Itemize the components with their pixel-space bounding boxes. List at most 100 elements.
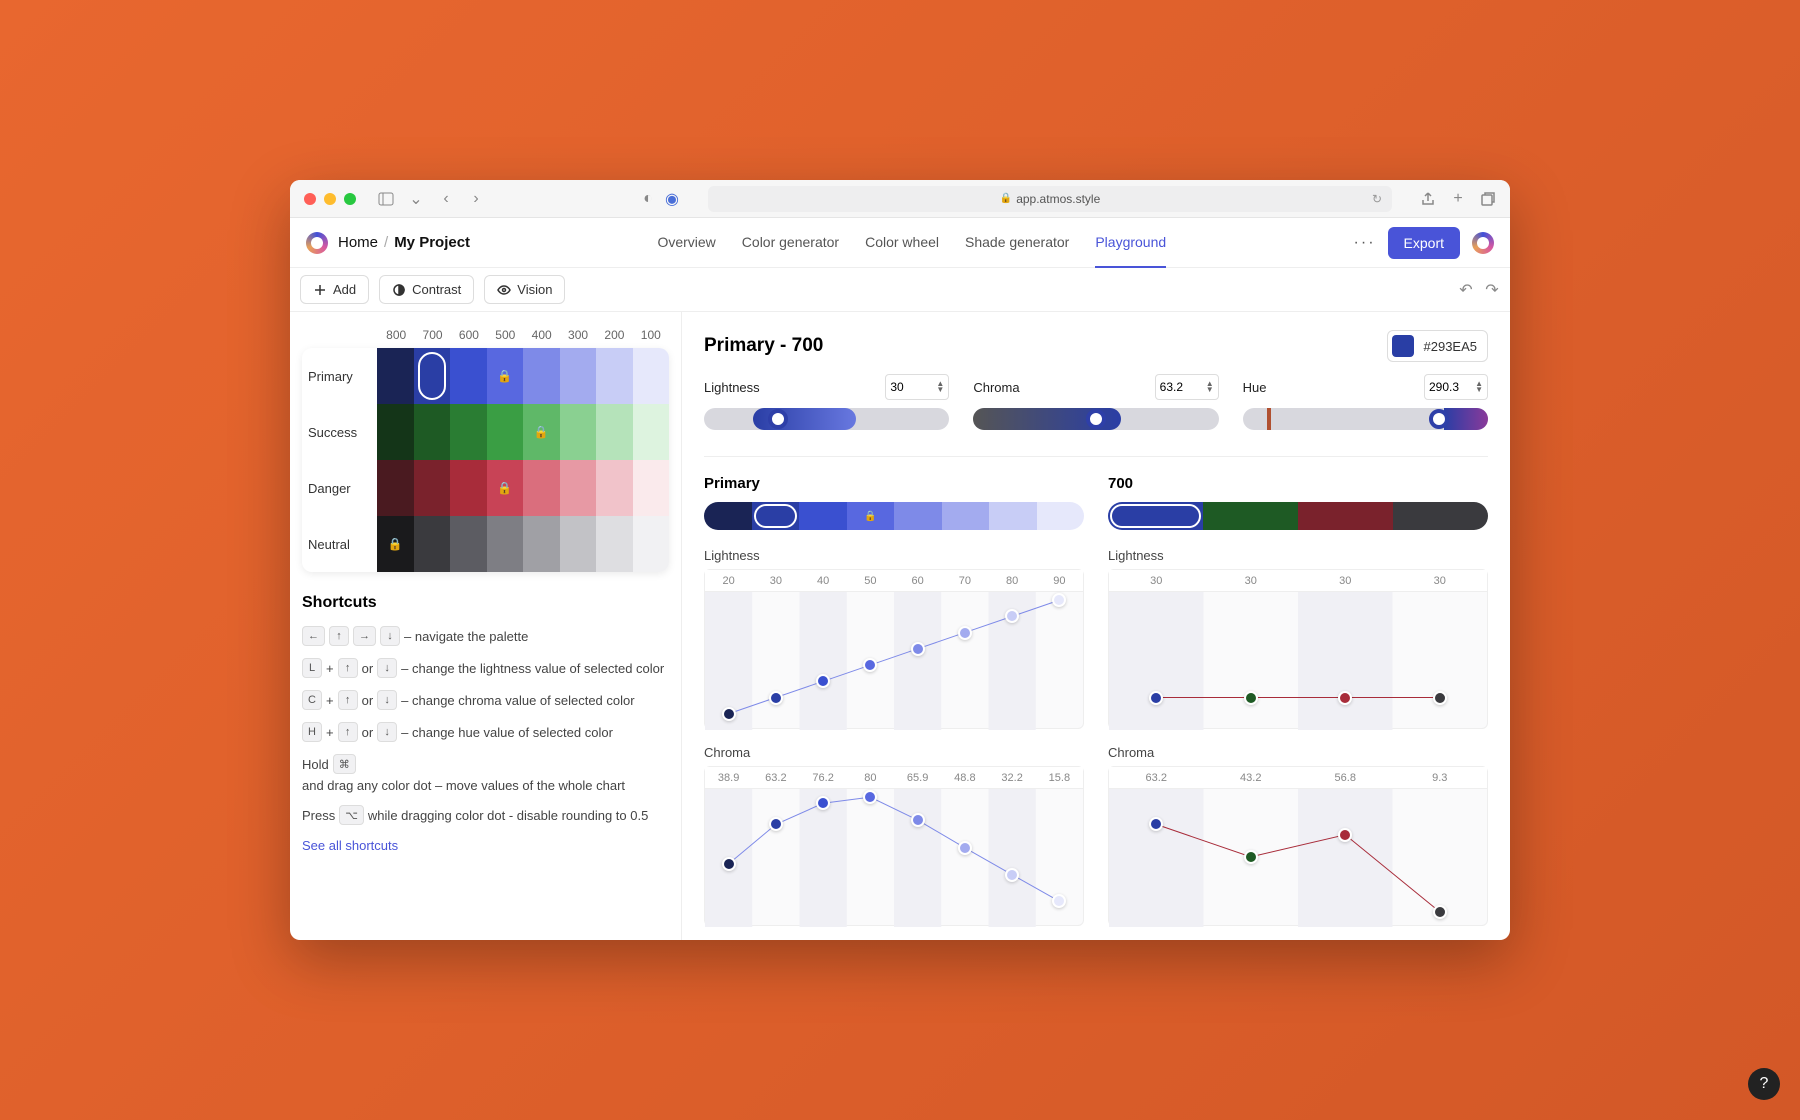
hex-badge[interactable]: #293EA5 (1387, 330, 1489, 362)
reload-icon[interactable]: ↻ (1372, 192, 1382, 206)
700-shade-bar[interactable] (1108, 502, 1488, 530)
new-tab-icon[interactable]: + (1450, 191, 1466, 207)
url-bar[interactable]: 🔒 app.atmos.style ↻ (708, 186, 1392, 212)
palette-swatch[interactable] (633, 516, 669, 572)
lightness-slider[interactable] (704, 408, 949, 430)
palette-swatch[interactable]: 🔒 (487, 460, 524, 516)
lightness-chart-primary[interactable]: 2030405060708090 (704, 569, 1084, 729)
chroma-input[interactable]: ▲▼ (1155, 374, 1219, 400)
chart-dot[interactable] (1433, 691, 1447, 705)
chart-dot[interactable] (1052, 593, 1066, 607)
chart-dot[interactable] (911, 813, 925, 827)
palette-swatch[interactable] (560, 516, 597, 572)
palette-swatch[interactable] (596, 348, 633, 404)
palette-swatch[interactable] (450, 516, 487, 572)
chart-dot[interactable] (1005, 609, 1019, 623)
redo-icon[interactable]: ↷ (1484, 282, 1500, 298)
chart-dot[interactable] (1005, 868, 1019, 882)
palette-swatch[interactable]: 🔒 (523, 404, 560, 460)
palette-swatch[interactable] (596, 460, 633, 516)
chart-dot[interactable] (863, 658, 877, 672)
palette-swatch[interactable] (560, 348, 597, 404)
breadcrumb-project[interactable]: My Project (394, 234, 470, 251)
nav-shade-generator[interactable]: Shade generator (965, 218, 1069, 268)
palette-swatch[interactable] (414, 348, 451, 404)
contrast-button[interactable]: Contrast (379, 275, 474, 304)
undo-icon[interactable]: ↶ (1458, 282, 1474, 298)
palette-swatch[interactable]: 🔒 (377, 516, 414, 572)
chart-dot[interactable] (863, 790, 877, 804)
user-avatar[interactable] (1472, 232, 1494, 254)
nav-color-wheel[interactable]: Color wheel (865, 218, 939, 268)
palette-swatch[interactable] (523, 460, 560, 516)
sidebar-icon[interactable] (378, 191, 394, 207)
palette-swatch[interactable] (377, 460, 414, 516)
palette-swatch[interactable] (633, 460, 669, 516)
tabs-icon[interactable] (1480, 191, 1496, 207)
chart-dot[interactable] (769, 691, 783, 705)
app-logo[interactable] (306, 232, 328, 254)
palette-swatch[interactable]: 🔒 (487, 348, 524, 404)
maximize-window[interactable] (344, 193, 356, 205)
shield-icon[interactable]: ◐ (640, 191, 656, 207)
palette-swatch[interactable] (414, 516, 451, 572)
chart-dot[interactable] (1244, 691, 1258, 705)
palette-swatch[interactable] (450, 460, 487, 516)
palette-swatch[interactable] (414, 404, 451, 460)
lightness-input[interactable]: ▲▼ (885, 374, 949, 400)
palette-swatch[interactable] (523, 348, 560, 404)
chart-dot[interactable] (1338, 691, 1352, 705)
chart-dot[interactable] (958, 841, 972, 855)
palette-swatch[interactable] (560, 460, 597, 516)
palette-swatch[interactable] (560, 404, 597, 460)
chroma-slider[interactable] (973, 408, 1218, 430)
chart-dot[interactable] (769, 817, 783, 831)
chart-dot[interactable] (1338, 828, 1352, 842)
palette-swatch[interactable] (633, 348, 669, 404)
chart-dot[interactable] (1149, 691, 1163, 705)
breadcrumb-home[interactable]: Home (338, 234, 378, 251)
close-window[interactable] (304, 193, 316, 205)
palette-swatch[interactable] (450, 348, 487, 404)
hue-input[interactable]: ▲▼ (1424, 374, 1488, 400)
chart-dot[interactable] (1244, 850, 1258, 864)
chevron-down-icon[interactable]: ⌄ (408, 191, 424, 207)
privacy-icon[interactable]: ◉ (664, 191, 680, 207)
see-all-shortcuts-link[interactable]: See all shortcuts (302, 838, 398, 853)
chart-dot[interactable] (1433, 905, 1447, 919)
chroma-chart-primary[interactable]: 38.963.276.28065.948.832.215.8 (704, 766, 1084, 926)
chart-dot[interactable] (958, 626, 972, 640)
primary-shade-bar[interactable]: 🔒 (704, 502, 1084, 530)
minimize-window[interactable] (324, 193, 336, 205)
vision-button[interactable]: Vision (484, 275, 565, 304)
chart-dot[interactable] (722, 707, 736, 721)
back-icon[interactable]: ‹ (438, 191, 454, 207)
palette-swatch[interactable] (523, 516, 560, 572)
nav-playground[interactable]: Playground (1095, 218, 1166, 268)
palette-swatch[interactable] (596, 516, 633, 572)
palette-swatch[interactable] (414, 460, 451, 516)
chroma-chart-700[interactable]: 63.243.256.89.3 (1108, 766, 1488, 926)
lightness-chart-700[interactable]: 30303030 (1108, 569, 1488, 729)
palette-swatch[interactable] (596, 404, 633, 460)
add-button[interactable]: Add (300, 275, 369, 304)
share-icon[interactable] (1420, 191, 1436, 207)
chart-dot[interactable] (722, 857, 736, 871)
palette-swatch[interactable] (633, 404, 669, 460)
nav-overview[interactable]: Overview (657, 218, 715, 268)
nav-color-generator[interactable]: Color generator (742, 218, 839, 268)
palette-swatch[interactable] (450, 404, 487, 460)
palette-swatch[interactable] (377, 404, 414, 460)
palette-swatch[interactable] (487, 516, 524, 572)
export-button[interactable]: Export (1388, 227, 1460, 259)
more-menu[interactable]: ··· (1354, 234, 1376, 252)
forward-icon[interactable]: › (468, 191, 484, 207)
chart-dot[interactable] (1149, 817, 1163, 831)
chart-dot[interactable] (1052, 894, 1066, 908)
chart-dot[interactable] (816, 796, 830, 810)
chart-dot[interactable] (911, 642, 925, 656)
palette-swatch[interactable] (377, 348, 414, 404)
hue-slider[interactable] (1243, 408, 1488, 430)
palette-swatch[interactable] (487, 404, 524, 460)
chart-dot[interactable] (816, 674, 830, 688)
